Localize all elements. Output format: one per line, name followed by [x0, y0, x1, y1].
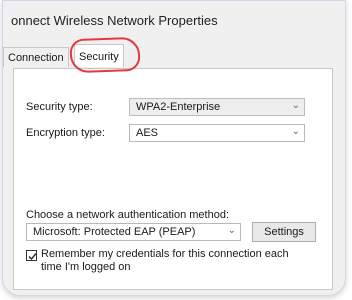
- tab-connection[interactable]: Connection: [3, 47, 69, 67]
- chevron-down-icon: ⌄: [291, 126, 300, 137]
- encryption-type-select[interactable]: AES ⌄: [129, 124, 305, 142]
- auth-method-select[interactable]: Microsoft: Protected EAP (PEAP) ⌄: [26, 223, 241, 241]
- auth-method-value: Microsoft: Protected EAP (PEAP): [33, 226, 196, 238]
- tab-strip: Connection Security: [3, 44, 345, 69]
- encryption-type-label: Encryption type:: [26, 127, 105, 139]
- encryption-type-value: AES: [136, 127, 159, 139]
- auth-method-label: Choose a network authentication method:: [26, 209, 230, 221]
- security-panel: Security type: WPA2-Enterprise ⌄ Encrypt…: [13, 68, 333, 290]
- security-type-select[interactable]: WPA2-Enterprise ⌄: [129, 98, 305, 116]
- chevron-down-icon: ⌄: [291, 100, 300, 111]
- settings-button[interactable]: Settings: [252, 222, 316, 242]
- security-type-value: WPA2-Enterprise: [136, 101, 221, 113]
- checkmark-icon: [28, 253, 37, 261]
- remember-credentials-label-line1: Remember my credentials for this connect…: [41, 248, 289, 260]
- security-type-label: Security type:: [26, 101, 93, 113]
- dialog-title: onnect Wireless Network Properties: [11, 13, 218, 28]
- chevron-down-icon: ⌄: [227, 225, 236, 236]
- wireless-properties-dialog: onnect Wireless Network Properties Conne…: [2, 0, 346, 296]
- remember-credentials-label-line2: time I'm logged on: [41, 261, 131, 273]
- remember-credentials-checkbox[interactable]: [26, 250, 37, 261]
- tab-security[interactable]: Security: [74, 44, 124, 67]
